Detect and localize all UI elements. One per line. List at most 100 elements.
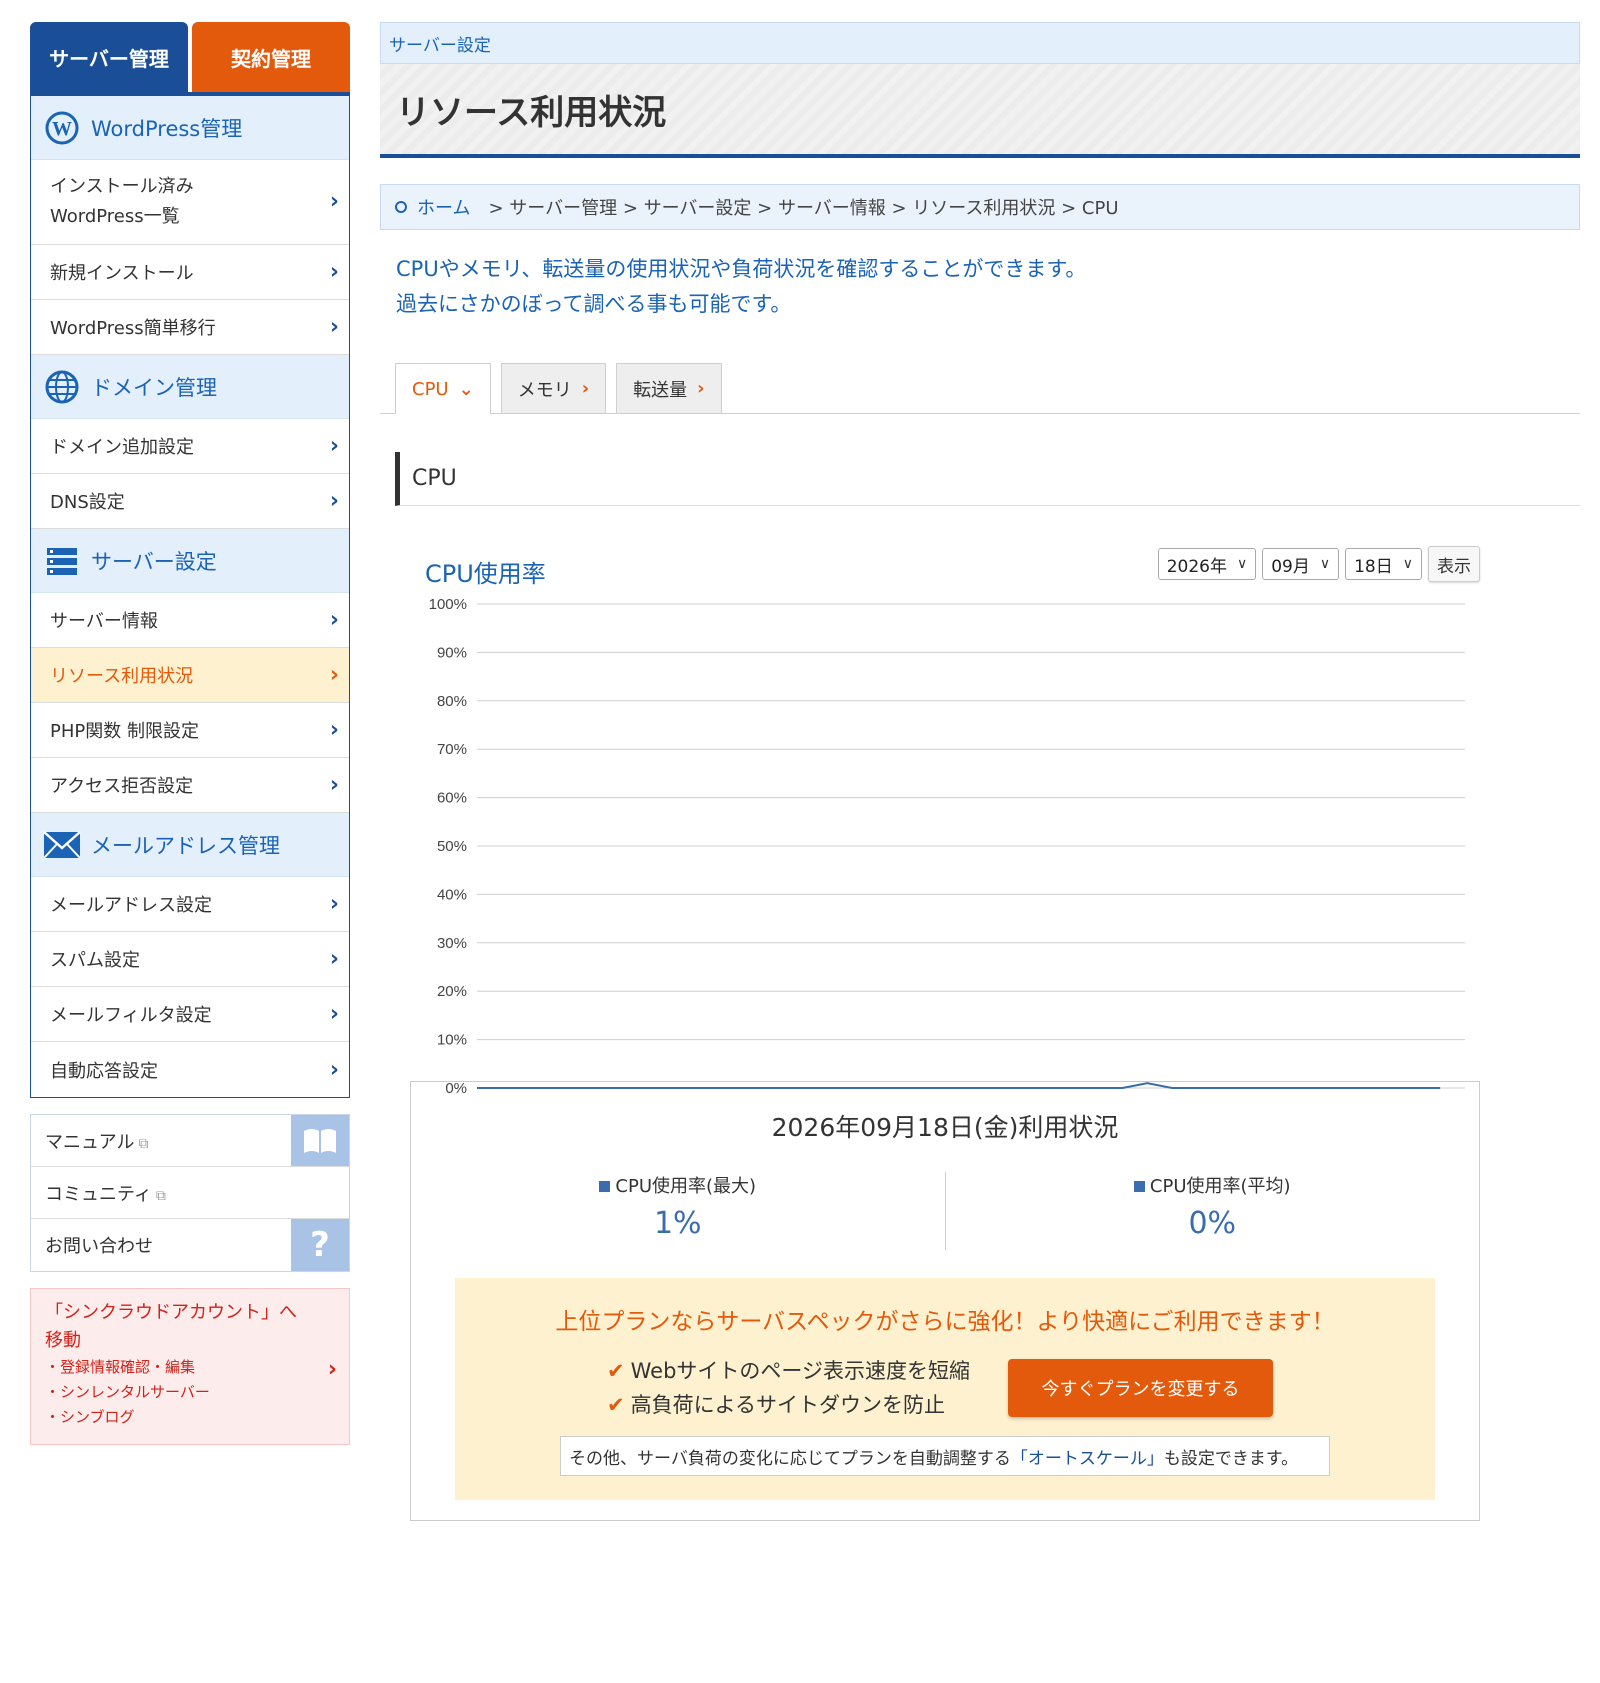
- sidebar-item-dns[interactable]: DNS設定 ›: [31, 474, 349, 529]
- sidebar-menu: W WordPress管理 インストール済み WordPress一覧 › 新規イ…: [30, 92, 350, 1098]
- sidebar-item-label: WordPress簡単移行: [50, 318, 216, 339]
- question-icon: ?: [291, 1219, 349, 1271]
- sidebar-item-label: メールアドレス設定: [50, 895, 212, 916]
- sidebar-item-label: スパム設定: [50, 950, 140, 971]
- section-label: サーバー設定: [380, 22, 1580, 64]
- month-select[interactable]: 09月 ∨: [1262, 548, 1340, 580]
- community-link[interactable]: コミュニティ ⧉: [31, 1167, 349, 1219]
- intro-line2: 過去にさかのぼって調べる事も可能です。: [396, 292, 792, 316]
- tab-memory[interactable]: メモリ ›: [500, 363, 607, 413]
- sidebar-item-mail-address[interactable]: メールアドレス設定 ›: [31, 877, 349, 932]
- tab-contract-management[interactable]: 契約管理: [192, 22, 350, 92]
- autoscale-link[interactable]: 「オートスケール」: [1011, 1444, 1164, 1469]
- mail-section-header: メールアドレス管理: [31, 813, 349, 877]
- y-tick-label: 40%: [437, 886, 467, 903]
- y-tick-label: 10%: [437, 1032, 467, 1049]
- top-tabs: サーバー管理 契約管理: [30, 22, 350, 92]
- stat-avg-label: CPU使用率(平均): [1149, 1176, 1291, 1197]
- breadcrumb-path: > サーバー管理 > サーバー設定 > サーバー情報 > リソース利用状況 > …: [488, 198, 1119, 219]
- sidebar-item-wordpress-migration[interactable]: WordPress簡単移行 ›: [31, 300, 349, 355]
- day-select[interactable]: 18日 ∨: [1345, 548, 1422, 580]
- label-line2: WordPress一覧: [50, 206, 180, 227]
- sidebar-item-domain-add[interactable]: ドメイン追加設定 ›: [31, 419, 349, 474]
- check-icon: ✔: [607, 1393, 625, 1417]
- tab-memory-label: メモリ: [517, 379, 572, 401]
- cloud-account-link[interactable]: 「シンクラウドアカウント」へ 移動 ・登録情報確認・編集 ・シンレンタルサーバー…: [30, 1288, 350, 1445]
- community-label: コミュニティ: [45, 1183, 152, 1205]
- feature-text: 高負荷によるサイトダウンを防止: [630, 1393, 945, 1417]
- y-tick-label: 50%: [437, 838, 467, 855]
- sidebar-item-label: 自動応答設定: [50, 1060, 158, 1082]
- section-heading-cpu: CPU: [395, 452, 1580, 506]
- wordpress-section-title: WordPress管理: [91, 116, 243, 141]
- svg-text:W: W: [52, 118, 72, 140]
- show-button[interactable]: 表示: [1428, 546, 1480, 582]
- breadcrumb-home-link[interactable]: ホーム: [417, 194, 470, 220]
- tab-server-management[interactable]: サーバー管理: [30, 22, 188, 92]
- summary-title: 2026年09月18日(金)利用状況: [771, 1113, 1119, 1142]
- promo-row: ✔ Webサイトのページ表示速度を短縮 ✔ 高負荷によるサイトダウンを防止 今すぐプ…: [455, 1354, 1435, 1422]
- contact-link[interactable]: お問い合わせ ?: [31, 1219, 349, 1271]
- year-select[interactable]: 2026年 ∨: [1157, 548, 1257, 580]
- help-links: マニュアル ⧉ コミュニティ ⧉ お問い合わせ ?: [30, 1114, 350, 1272]
- sidebar-item-mail-filter[interactable]: メールフィルタ設定 ›: [31, 987, 349, 1042]
- sidebar-item-label: DNS設定: [50, 492, 125, 513]
- sidebar-item-label: PHP関数 制限設定: [50, 721, 199, 742]
- sidebar-item-server-info[interactable]: サーバー情報 ›: [31, 593, 349, 648]
- manual-label: マニュアル: [45, 1131, 135, 1153]
- tab-cpu[interactable]: CPU ⌄: [395, 363, 491, 414]
- chevron-right-icon: ›: [329, 946, 339, 972]
- y-tick-label: 30%: [437, 935, 467, 952]
- sidebar-item-label: 新規インストール: [50, 263, 194, 284]
- tab-transfer[interactable]: 転送量 ›: [616, 363, 722, 413]
- autoscale-note: その他、サーバ負荷の変化に応じてプランを自動調整する 「オートスケール」 も設定…: [560, 1436, 1330, 1476]
- sidebar-item-label: メールフィルタ設定: [50, 1005, 212, 1026]
- chevron-down-icon: ∨: [1402, 556, 1413, 572]
- intro-line1: CPUやメモリ、転送量の使用状況や負荷状況を確認することができます。: [396, 257, 1087, 281]
- resource-tabs: CPU ⌄ メモリ › 転送量 ›: [380, 363, 1580, 414]
- date-controls: 2026年 ∨ 09月 ∨ 18日 ∨ 表示: [1157, 546, 1480, 582]
- sidebar-item-label: ドメイン追加設定: [50, 437, 194, 458]
- chevron-right-icon: ›: [329, 259, 339, 285]
- chevron-right-icon: ›: [329, 488, 339, 514]
- chevron-right-icon: ›: [329, 772, 339, 798]
- domain-section-header: ドメイン管理: [31, 355, 349, 419]
- legend-square-icon: [599, 1181, 611, 1192]
- stat-avg: CPU使用率(平均) 0%: [944, 1172, 1480, 1250]
- external-link-icon: ⧉: [155, 1187, 166, 1204]
- change-plan-button[interactable]: 今すぐプランを変更する: [1007, 1359, 1273, 1417]
- server-settings-section-header: サーバー設定: [31, 529, 349, 593]
- sidebar-item-access-deny[interactable]: アクセス拒否設定 ›: [31, 758, 349, 813]
- chevron-right-icon: ›: [329, 189, 339, 214]
- y-tick-label: 60%: [437, 790, 467, 807]
- chevron-right-icon: ›: [329, 1001, 339, 1027]
- book-icon: [291, 1115, 349, 1166]
- y-tick-label: 100%: [429, 596, 467, 613]
- sidebar-item-label: インストール済み WordPress一覧: [50, 172, 194, 232]
- usage-summary: 2026年09月18日(金)利用状況 CPU使用率(最大) 1% CPU使用率(…: [410, 1081, 1480, 1521]
- sidebar-item-auto-reply[interactable]: 自動応答設定 ›: [31, 1042, 349, 1097]
- breadcrumb: ホーム > サーバー管理 > サーバー設定 > サーバー情報 > リソース利用状…: [380, 184, 1580, 230]
- check-icon: ✔: [607, 1359, 625, 1383]
- y-tick-label: 80%: [437, 693, 467, 710]
- external-link-icon: ⧉: [138, 1135, 149, 1152]
- manual-link[interactable]: マニュアル ⧉: [31, 1115, 349, 1167]
- server-icon: [43, 542, 81, 580]
- chevron-right-icon: ›: [329, 433, 339, 459]
- sidebar-item-php-limit[interactable]: PHP関数 制限設定 ›: [31, 703, 349, 758]
- chevron-right-icon: ›: [329, 891, 339, 917]
- sidebar-item-spam[interactable]: スパム設定 ›: [31, 932, 349, 987]
- chevron-right-icon: ›: [329, 314, 339, 340]
- globe-icon: [43, 368, 81, 406]
- sidebar-item-new-install[interactable]: 新規インストール ›: [31, 245, 349, 300]
- y-tick-label: 90%: [437, 644, 467, 661]
- stat-max-label-wrap: CPU使用率(最大): [411, 1172, 945, 1198]
- sidebar-item-resource-usage[interactable]: リソース利用状況 ›: [31, 648, 349, 703]
- sidebar-item-installed-wordpress[interactable]: インストール済み WordPress一覧 ›: [31, 160, 349, 245]
- sidebar-item-label: アクセス拒否設定: [50, 776, 194, 797]
- page-title-bar: リソース利用状況: [380, 64, 1580, 158]
- y-tick-label: 20%: [437, 983, 467, 1000]
- cpu-usage-chart: 0%10%20%30%40%50%60%70%80%90%100%0時1時2時3…: [429, 596, 1465, 1094]
- chevron-right-icon: ›: [329, 1057, 339, 1082]
- contact-label: お問い合わせ: [45, 1236, 153, 1257]
